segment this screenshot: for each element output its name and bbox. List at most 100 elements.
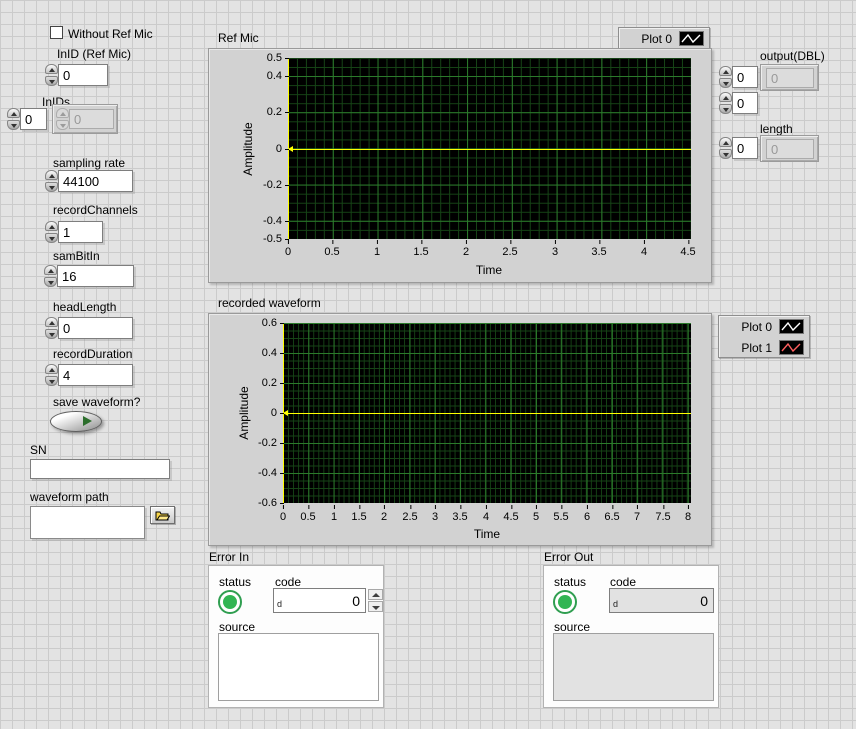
sampling-rate-field[interactable]: 44100	[58, 170, 133, 192]
x-tick: 1.5	[413, 246, 428, 258]
waveform-path-input[interactable]	[30, 506, 145, 539]
without-ref-mic-label: Without Ref Mic	[68, 27, 153, 41]
x-axis-title: Time	[476, 263, 502, 277]
x-tick: 4.5	[503, 511, 518, 523]
sn-input[interactable]	[30, 459, 170, 479]
legend-row[interactable]: Plot 0	[719, 316, 809, 337]
ref-mic-graph-title: Ref Mic	[218, 31, 259, 45]
length-index-field[interactable]: 0	[732, 137, 758, 159]
record-channels-spinner[interactable]	[45, 221, 58, 243]
sam-bit-in-spinner[interactable]	[44, 265, 57, 287]
record-duration-spinner[interactable]	[45, 364, 58, 386]
output-dbl-index1-spinner[interactable]	[719, 66, 732, 88]
error-out-cluster: status code d 0 source	[543, 565, 719, 708]
recorded-waveform-graph-title: recorded waveform	[218, 296, 321, 310]
error-in-status-led[interactable]	[218, 590, 242, 614]
head-length-field[interactable]: 0	[58, 317, 133, 339]
decrement-icon[interactable]	[719, 78, 732, 88]
folder-open-icon	[155, 510, 170, 521]
record-channels-field[interactable]: 1	[58, 221, 103, 243]
output-dbl-index2-field[interactable]: 0	[732, 92, 758, 114]
recorded-waveform-graph[interactable]: 0.6 0.4 0.2 0 -0.2 -0.4 -0.6 0 0.5 1 1.5…	[208, 313, 712, 546]
increment-icon[interactable]	[719, 66, 732, 76]
error-in-source-label: source	[219, 620, 255, 634]
decrement-icon[interactable]	[45, 233, 58, 243]
sam-bit-in-field[interactable]: 16	[57, 265, 134, 287]
x-tick: 2.5	[502, 246, 517, 258]
inids-element-spinner	[56, 108, 69, 130]
x-axis-title: Time	[474, 527, 500, 541]
decrement-icon[interactable]	[719, 149, 732, 159]
increment-icon[interactable]	[7, 108, 20, 118]
x-tick: 5.5	[553, 511, 568, 523]
output-dbl-index2-spinner[interactable]	[719, 92, 732, 114]
y-tick: -0.6	[258, 497, 277, 509]
x-tick: 7.5	[655, 511, 670, 523]
y-tick: -0.4	[258, 467, 277, 479]
code-value: 0	[352, 593, 360, 609]
zigzag-line-icon	[679, 31, 704, 46]
x-tick: 2	[463, 246, 469, 258]
error-in-source-box[interactable]	[218, 633, 379, 701]
sam-bit-in-label: samBitIn	[53, 249, 100, 263]
x-tick: 6.5	[604, 511, 619, 523]
ref-mic-graph[interactable]: 0.5 0.4 0.2 0 -0.2 -0.4 -0.5 0 0.5 1 1.5…	[208, 48, 712, 283]
record-duration-field[interactable]: 4	[58, 364, 133, 386]
x-tick: 7	[634, 511, 640, 523]
decrement-icon[interactable]	[45, 76, 58, 86]
inids-index-spinner[interactable]	[7, 108, 20, 130]
browse-path-button[interactable]	[150, 506, 175, 524]
record-channels-label: recordChannels	[53, 203, 138, 217]
led-green-icon	[558, 595, 572, 609]
x-tick: 0.5	[324, 246, 339, 258]
decrement-icon[interactable]	[719, 104, 732, 114]
increment-icon[interactable]	[45, 317, 58, 327]
sampling-rate-spinner[interactable]	[45, 170, 58, 192]
x-tick: 0	[285, 246, 291, 258]
increment-icon[interactable]	[45, 170, 58, 180]
y-tick: 0.2	[262, 377, 277, 389]
save-waveform-toggle-button[interactable]	[50, 411, 102, 432]
legend-row[interactable]: Plot 0	[619, 28, 709, 49]
ref-mic-plot-area[interactable]	[288, 58, 691, 239]
error-in-title: Error In	[209, 550, 249, 564]
error-in-code-field[interactable]: d 0	[273, 588, 366, 613]
zigzag-line-icon	[779, 319, 804, 334]
increment-icon	[56, 108, 69, 118]
increment-icon[interactable]	[44, 265, 57, 275]
code-decrement-button[interactable]	[368, 601, 383, 612]
legend-row[interactable]: Plot 1	[719, 337, 809, 358]
x-tick: 1	[374, 246, 380, 258]
legend-plot1-label: Plot 1	[741, 341, 772, 355]
x-tick: 1.5	[351, 511, 366, 523]
without-ref-mic-checkbox[interactable]	[50, 26, 63, 39]
increment-icon[interactable]	[45, 64, 58, 74]
code-increment-button[interactable]	[368, 589, 383, 600]
decrement-icon[interactable]	[7, 120, 20, 130]
head-length-spinner[interactable]	[45, 317, 58, 339]
recorded-waveform-plot-area[interactable]	[283, 323, 691, 503]
decrement-icon[interactable]	[45, 376, 58, 386]
save-waveform-label: save waveform?	[53, 395, 140, 409]
inid-label: InID (Ref Mic)	[57, 47, 131, 61]
radix-indicator[interactable]: d	[277, 599, 282, 609]
ref-mic-legend[interactable]: Plot 0	[618, 27, 710, 49]
length-index-spinner[interactable]	[719, 137, 732, 159]
inid-spinner[interactable]	[45, 64, 58, 86]
code-value: 0	[700, 593, 708, 609]
increment-icon[interactable]	[719, 137, 732, 147]
sn-label: SN	[30, 443, 47, 457]
increment-icon[interactable]	[45, 364, 58, 374]
output-dbl-index1-field[interactable]: 0	[732, 66, 758, 88]
decrement-icon[interactable]	[45, 182, 58, 192]
y-tick: -0.4	[263, 215, 282, 227]
error-out-source-box	[553, 633, 714, 701]
inid-field[interactable]: 0	[58, 64, 108, 86]
inids-index-field[interactable]: 0	[20, 108, 47, 130]
decrement-icon[interactable]	[44, 277, 57, 287]
recorded-waveform-legend[interactable]: Plot 0 Plot 1	[718, 315, 810, 358]
increment-icon[interactable]	[45, 221, 58, 231]
increment-icon[interactable]	[719, 92, 732, 102]
x-tick: 3	[432, 511, 438, 523]
decrement-icon[interactable]	[45, 329, 58, 339]
